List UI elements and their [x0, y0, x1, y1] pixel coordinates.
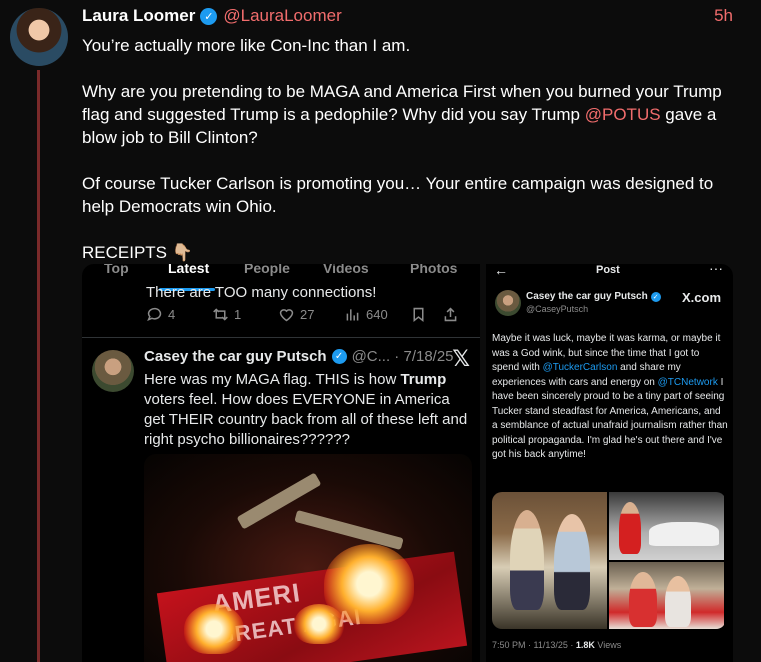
- thread-line: [37, 70, 40, 662]
- post-footer: 7:50 PM · 11/13/25 · 1.8K Views: [492, 640, 622, 650]
- flame: [184, 604, 244, 654]
- photo-car: [609, 492, 724, 560]
- tab-photos: Photos: [410, 264, 458, 276]
- post-paragraph: Of course Tucker Carlson is promoting yo…: [82, 174, 714, 216]
- inner-tweet-text: Here was my MAGA flag. THIS is how Trump…: [144, 371, 468, 448]
- mention-link: @TuckerCarlson: [542, 362, 618, 373]
- reply-icon: [147, 307, 162, 321]
- search-tabs: Top Latest People Videos Photos: [82, 264, 480, 278]
- share-action: [442, 306, 474, 323]
- post-paragraph: You’re actually more like Con-Inc than I…: [82, 36, 411, 55]
- mention-link: @TCNetwork: [657, 376, 718, 388]
- repost-icon: [213, 308, 228, 321]
- media-image-left[interactable]: Top Latest People Videos Photos There ar…: [82, 264, 480, 662]
- post-title: Post: [596, 264, 620, 276]
- tab-people: People: [244, 264, 290, 276]
- like-action: 27: [278, 306, 344, 323]
- post-paragraph: RECEIPTS 👇🏼: [82, 243, 193, 262]
- bookmark-action: [410, 306, 442, 323]
- xcom-label: X.com: [681, 290, 721, 305]
- verified-badge-icon: ✓: [200, 7, 218, 25]
- author-name[interactable]: Laura Loomer: [82, 6, 195, 26]
- views-chart-icon: [346, 309, 359, 321]
- media-image-right[interactable]: ← Post ··· Casey the car guy Putsch ✓ @C…: [486, 264, 733, 662]
- debris: [294, 509, 404, 551]
- tweet-actions: 4 1 27 640: [146, 306, 476, 323]
- post-top-bar: ← Post ···: [486, 264, 733, 278]
- flame: [294, 604, 344, 644]
- bookmark-icon: [413, 307, 424, 323]
- post-header: Laura Loomer ✓ @LauraLoomer: [82, 4, 742, 28]
- share-icon: [444, 307, 457, 322]
- rp-author-handle: @CaseyPutsch: [526, 304, 589, 314]
- more-icon: ···: [709, 264, 723, 276]
- heart-icon: [279, 309, 294, 322]
- photo-two-men: [492, 492, 607, 629]
- photo-grid: [492, 492, 726, 629]
- cut-off-tweet-text: There are TOO many connections!: [146, 284, 377, 301]
- verified-badge-icon: ✓: [650, 291, 661, 302]
- rp-author-name: Casey the car guy Putsch ✓: [526, 291, 661, 302]
- views-action: 640: [344, 306, 410, 323]
- photo-family: [609, 562, 724, 629]
- author-handle[interactable]: @LauraLoomer: [223, 6, 341, 26]
- post: Laura Loomer ✓ @LauraLoomer 5h You’re ac…: [82, 4, 742, 264]
- post-paragraph: Why are you pretending to be MAGA and Am…: [82, 82, 722, 147]
- divider: [82, 337, 480, 338]
- rp-tweet-text: Maybe it was luck, maybe it was karma, o…: [492, 333, 728, 460]
- tab-videos: Videos: [323, 264, 369, 276]
- tab-latest: Latest: [168, 264, 210, 276]
- inner-author-name: Casey the car guy Putsch: [144, 348, 327, 365]
- inner-tweet-header: Casey the car guy Putsch ✓ @C... · 7/18/…: [144, 348, 454, 365]
- inner-author-meta: @C... · 7/18/25: [351, 348, 454, 365]
- reply-action: 4: [146, 306, 212, 323]
- repost-action: 1: [212, 306, 278, 323]
- burning-flag-photo: AMERI GREAT AGAI: [144, 454, 472, 662]
- verified-badge-icon: ✓: [331, 349, 347, 364]
- rp-avatar: [495, 290, 521, 316]
- tab-top: Top: [104, 264, 129, 276]
- x-logo-icon: 𝕏: [452, 346, 470, 371]
- avatar[interactable]: [10, 8, 68, 66]
- inner-avatar: [92, 350, 134, 392]
- back-arrow-icon: ←: [494, 264, 508, 278]
- post-body: You’re actually more like Con-Inc than I…: [82, 34, 742, 264]
- post-time[interactable]: 5h: [714, 6, 733, 26]
- mention-link[interactable]: @POTUS: [585, 105, 661, 124]
